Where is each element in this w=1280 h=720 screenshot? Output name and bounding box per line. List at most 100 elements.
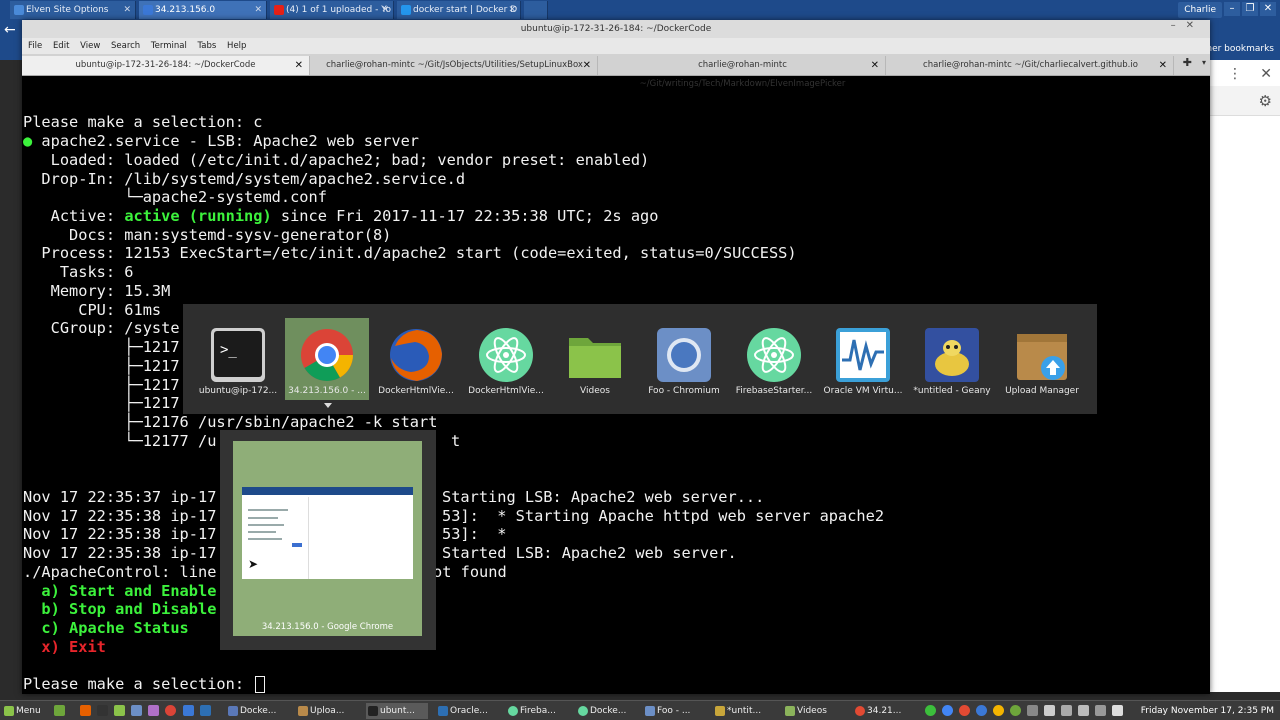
shield-icon[interactable] [1044, 705, 1055, 716]
close-icon[interactable]: ✕ [254, 1, 262, 19]
chromium-icon[interactable] [131, 705, 142, 716]
taskbar-window[interactable]: Foo - ... [643, 703, 705, 719]
chrome-tab-title: 34.213.156.0 [155, 5, 216, 15]
update-icon[interactable] [1010, 705, 1021, 716]
maximize-icon[interactable]: ❐ [1242, 2, 1258, 16]
terminal-line: Drop-In: /lib/systemd/system/apache2.ser… [23, 170, 466, 188]
terminal-tab[interactable]: charlie@rohan-mintc ~/Git/writings/Tech/… [600, 56, 886, 89]
menu-search[interactable]: Search [111, 41, 140, 51]
menu-edit[interactable]: Edit [53, 41, 69, 51]
terminal-line: CPU: 61ms [23, 301, 162, 319]
chrome-tab[interactable]: docker start | Docker D ✕ [397, 1, 521, 19]
chrome-tab-active[interactable]: 34.213.156.0 ✕ [139, 1, 267, 19]
close-icon[interactable]: ✕ [583, 56, 591, 75]
taskbar-window[interactable]: *untit... [713, 703, 775, 719]
close-icon[interactable]: ✕ [871, 56, 879, 75]
chrome-tab[interactable]: (4) 1 of 1 uploaded - Yo ✕ [270, 1, 394, 19]
new-tab-button[interactable] [524, 1, 548, 19]
close-icon[interactable]: ✕ [295, 56, 303, 75]
chevron-down-icon[interactable]: ▾ [1202, 58, 1206, 67]
switcher-item-virtualbox[interactable]: Oracle VM Virtu... [821, 318, 905, 400]
menu-view[interactable]: View [80, 41, 100, 51]
menu-tabs[interactable]: Tabs [198, 41, 217, 51]
switcher-item-videos[interactable]: Videos [553, 318, 637, 400]
switcher-item-upload-manager[interactable]: Upload Manager [1000, 318, 1084, 400]
window-controls[interactable]: –✕ [1171, 20, 1204, 31]
switcher-item-chrome[interactable]: 34.213.156.0 - ... [285, 318, 369, 400]
chrome-icon[interactable] [942, 705, 953, 716]
terminal-tab-title: charlie@rohan-mintc ~/Git/charliecalvert… [923, 60, 1138, 70]
clipboard-icon[interactable] [1078, 705, 1089, 716]
status-icon[interactable] [925, 705, 936, 716]
terminal-line-fragment: 53]: * Starting Apache httpd web server … [442, 507, 885, 525]
start-menu-button[interactable]: Menu [2, 703, 48, 719]
taskbar-window[interactable]: Docke... [576, 703, 638, 719]
menu-terminal[interactable]: Terminal [151, 41, 187, 51]
terminal-line-fragment: ot found [433, 563, 507, 581]
upload-manager-icon [1017, 334, 1067, 380]
pen-icon[interactable] [1112, 705, 1123, 716]
switcher-item-atom[interactable]: DockerHtmlVie... [464, 318, 548, 400]
terminal-tab-active[interactable]: ubuntu@ip-172-31-26-184: ~/DockerCode ✕ [22, 56, 310, 75]
switcher-item-geany[interactable]: *untitled - Geany [910, 318, 994, 400]
terminal-tab[interactable]: charlie@rohan-mintc ~/Git/JsObjects/Util… [312, 56, 598, 75]
app-launcher-icon[interactable] [148, 705, 159, 716]
terminal-icon[interactable] [97, 705, 108, 716]
terminal-line: ├─1217 [23, 376, 180, 394]
back-arrow-icon[interactable]: ← [4, 22, 16, 38]
switcher-item-atom[interactable]: FirebaseStarter... [732, 318, 816, 400]
svg-text:>_: >_ [220, 342, 237, 358]
menu-file[interactable]: File [28, 41, 42, 51]
chrome-icon[interactable] [165, 705, 176, 716]
taskbar-window[interactable]: Videos [783, 703, 845, 719]
files-icon[interactable] [114, 705, 125, 716]
taskbar-window-label: Fireba... [520, 706, 556, 716]
new-tab-icon[interactable]: ✚ [1183, 56, 1192, 69]
menu-option-exit: x) Exit [23, 638, 106, 656]
firefox-icon [390, 329, 442, 381]
app-launcher-icon[interactable] [183, 705, 194, 716]
terminal-line: ├─1217 [23, 394, 180, 412]
more-options-icon[interactable]: ⋮ [1228, 66, 1242, 82]
taskbar-window-label: Videos [797, 706, 827, 716]
virtualbox-icon[interactable] [200, 705, 211, 716]
minimize-icon[interactable]: – [1224, 2, 1240, 16]
show-desktop-icon[interactable] [54, 705, 65, 716]
window-preview[interactable]: ➤ 34.213.156.0 - Google Chrome [220, 430, 436, 650]
close-icon[interactable]: ✕ [1260, 66, 1272, 82]
clock[interactable]: Friday November 17, 2:35 PM [1141, 703, 1274, 719]
terminal-tab[interactable]: charlie@rohan-mintc ~/Git/charliecalvert… [888, 56, 1174, 75]
switcher-item-chromium[interactable]: Foo - Chromium [642, 318, 726, 400]
taskbar-window[interactable]: Uploa... [296, 703, 358, 719]
network-icon[interactable] [1027, 705, 1038, 716]
terminal-line: Process: 12153 ExecStart=/etc/init.d/apa… [23, 244, 797, 262]
taskbar-window[interactable]: Docke... [226, 703, 288, 719]
firefox-icon[interactable] [80, 705, 91, 716]
geany-icon [715, 706, 725, 716]
chrome-icon[interactable] [959, 705, 970, 716]
geany-icon [925, 328, 979, 382]
taskbar-window[interactable]: 34.21... [853, 703, 913, 719]
close-icon[interactable]: ✕ [508, 1, 516, 19]
terminal-line-fragment: 53]: * [442, 525, 507, 543]
chrome-icon[interactable] [993, 705, 1004, 716]
close-icon[interactable]: ✕ [1159, 56, 1167, 75]
site-favicon-icon [14, 5, 24, 15]
close-window-icon[interactable]: ✕ [1260, 2, 1276, 16]
wifi-icon[interactable] [1095, 705, 1106, 716]
chrome-tab[interactable]: Elven Site Options ✕ [10, 1, 136, 19]
app-tray-icon[interactable] [976, 705, 987, 716]
taskbar-window[interactable]: Fireba... [506, 703, 568, 719]
switcher-item-firefox[interactable]: DockerHtmlVie... [374, 318, 458, 400]
menu-help[interactable]: Help [227, 41, 246, 51]
terminal-tab-title: charlie@rohan-mintc ~/Git/JsObjects/Util… [326, 60, 583, 70]
volume-icon[interactable] [1061, 705, 1072, 716]
taskbar-window-active[interactable]: ubunt... [366, 703, 428, 719]
close-icon[interactable]: ✕ [381, 1, 389, 19]
gear-icon[interactable]: ⚙ [1259, 92, 1272, 110]
close-icon[interactable]: ✕ [123, 1, 131, 19]
switcher-item-terminal[interactable]: >_ ubuntu@ip-172... [196, 318, 280, 400]
terminal-prompt-line[interactable]: Please make a selection: [23, 675, 266, 694]
taskbar-window[interactable]: Oracle... [436, 703, 498, 719]
profile-button[interactable]: Charlie [1178, 2, 1222, 18]
